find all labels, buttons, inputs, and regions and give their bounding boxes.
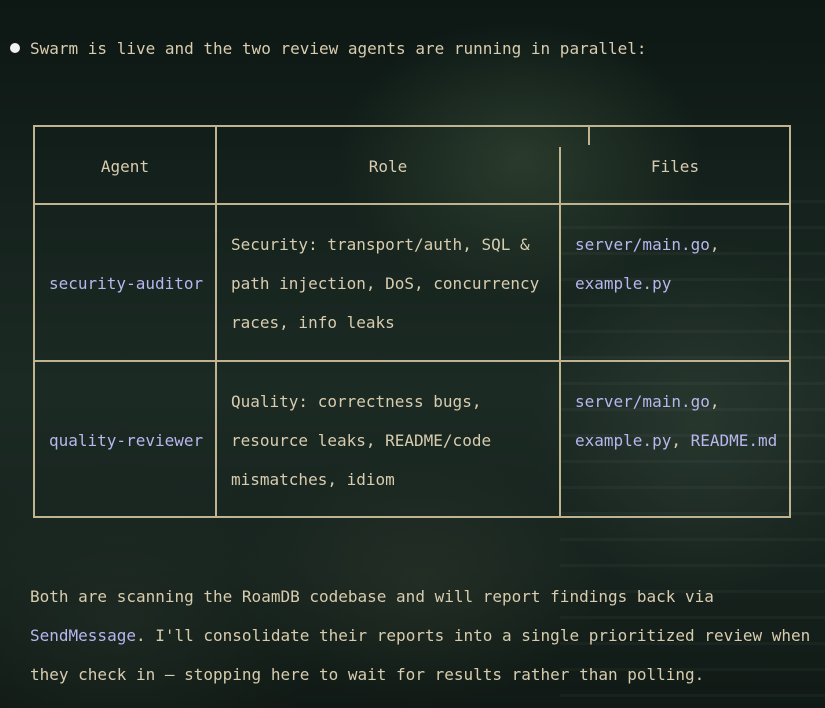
file-name: example.py (575, 431, 672, 450)
send-message-code: SendMessage (30, 626, 136, 645)
summary-text: . I'll consolidate their reports into a … (135, 626, 811, 645)
files-line: server/main.go, (575, 382, 789, 421)
table-header-role: Role (368, 157, 408, 176)
files-separator: , (671, 431, 691, 450)
role-line: resource leaks, README/code (231, 431, 492, 450)
table-divider (33, 203, 791, 205)
file-name: README.md (690, 431, 778, 450)
table-row: Quality: correctness bugs, resource leak… (231, 382, 561, 499)
summary-line: Both are scanning the RoamDB codebase an… (30, 587, 714, 606)
files-separator: , (709, 235, 720, 254)
files-line: server/main.go, (575, 225, 789, 264)
files-line: example.py (575, 264, 789, 303)
table-divider (588, 125, 590, 145)
table-header-agent: Agent (100, 157, 150, 176)
summary-line: they check in — stopping here to wait fo… (30, 665, 705, 684)
table-row: Security: transport/auth, SQL & path inj… (231, 225, 561, 342)
summary-paragraph: Both are scanning the RoamDB codebase an… (30, 577, 825, 694)
role-line: Security: transport/auth, SQL & (231, 235, 530, 254)
table-header-files: Files (650, 157, 700, 176)
table-divider (33, 360, 791, 362)
files-separator: , (709, 392, 720, 411)
files-line: example.py, README.md (575, 421, 789, 460)
role-line: mismatches, idiom (231, 470, 395, 489)
role-line: races, info leaks (231, 313, 395, 332)
file-name: server/main.go (575, 392, 710, 411)
agent-security-auditor: security-auditor (49, 274, 204, 293)
role-line: Quality: correctness bugs, (231, 392, 482, 411)
role-line: path injection, DoS, concurrency (231, 274, 540, 293)
files-cell: server/main.go, example.py, README.md (575, 382, 789, 460)
bullet-icon (10, 43, 20, 53)
summary-line: SendMessage. I'll consolidate their repo… (30, 616, 825, 655)
intro-text: Swarm is live and the two review agents … (30, 39, 647, 58)
file-name: server/main.go (575, 235, 710, 254)
files-cell: server/main.go, example.py (575, 225, 789, 303)
file-name: example.py (575, 274, 672, 293)
agent-quality-reviewer: quality-reviewer (49, 431, 204, 450)
